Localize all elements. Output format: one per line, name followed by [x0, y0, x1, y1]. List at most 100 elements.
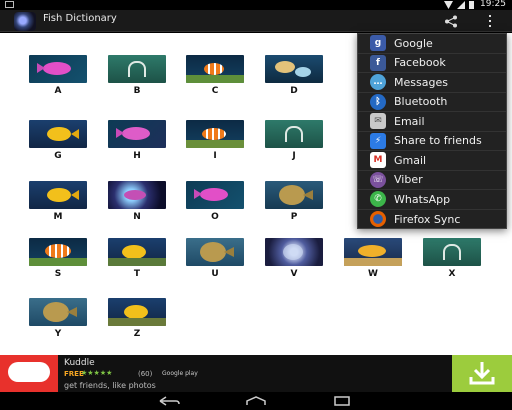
- navigation-bar: [0, 392, 512, 410]
- wifi-icon: [444, 1, 453, 9]
- app-title: Fish Dictionary: [43, 13, 117, 24]
- share-option-share-to-friends[interactable]: ⚡ Share to friends: [358, 132, 506, 151]
- fish-thumbnail: [265, 238, 323, 266]
- tile-letter: B: [133, 86, 141, 96]
- tile-letter: T: [133, 269, 141, 279]
- ad-banner[interactable]: Kuddle FREE ★★★★★ (60) Google play get f…: [0, 355, 512, 392]
- ad-subtitle: get friends, like photos: [64, 381, 156, 390]
- share-option-label: Share to friends: [394, 134, 482, 148]
- fish-tile-x[interactable]: X: [423, 238, 481, 279]
- bluetooth-icon: ᛒ: [370, 93, 386, 110]
- fish-thumbnail: [265, 181, 323, 209]
- google-icon: g: [370, 35, 386, 52]
- share-option-bluetooth[interactable]: ᛒ Bluetooth: [358, 93, 506, 112]
- fish-tile-z[interactable]: Z: [108, 298, 166, 339]
- tile-letter: G: [54, 151, 62, 161]
- fish-tile-o[interactable]: O: [186, 181, 244, 222]
- share-option-google[interactable]: g Google: [358, 34, 506, 54]
- fish-thumbnail: [265, 55, 323, 83]
- share-option-label: Facebook: [394, 56, 446, 70]
- fish-tile-p[interactable]: P: [265, 181, 323, 222]
- fish-tile-y[interactable]: Y: [29, 298, 87, 339]
- fish-thumbnail: [186, 238, 244, 266]
- app-logo-icon[interactable]: [14, 12, 36, 31]
- share-option-gmail[interactable]: M Gmail: [358, 151, 506, 171]
- share-option-messages[interactable]: … Messages: [358, 73, 506, 93]
- tile-letter: I: [213, 151, 217, 161]
- fish-tile-d[interactable]: D: [265, 55, 323, 96]
- status-time: 19:25: [480, 0, 506, 9]
- share-option-label: Viber: [394, 173, 423, 187]
- fish-tile-j[interactable]: J: [265, 120, 323, 161]
- download-icon: [469, 362, 495, 385]
- fish-thumbnail: [265, 120, 323, 148]
- share-option-label: Google: [394, 36, 433, 50]
- tile-letter: Z: [133, 329, 141, 339]
- share-option-label: Bluetooth: [394, 95, 448, 109]
- fish-thumbnail: [29, 120, 87, 148]
- ad-rating-count: (60): [138, 370, 153, 378]
- tile-letter: J: [292, 151, 296, 161]
- fish-tile-v[interactable]: V: [265, 238, 323, 279]
- fish-tile-w[interactable]: W: [344, 238, 402, 279]
- battery-icon: [469, 1, 474, 9]
- kuddle-logo-icon: [8, 362, 50, 382]
- share-icon[interactable]: [444, 15, 458, 28]
- tile-letter: U: [211, 269, 219, 279]
- fish-tile-h[interactable]: H: [108, 120, 166, 161]
- fish-thumbnail: [108, 238, 166, 266]
- fish-tile-u[interactable]: U: [186, 238, 244, 279]
- fish-tile-s[interactable]: S: [29, 238, 87, 279]
- fish-thumbnail: [29, 238, 87, 266]
- ad-title: Kuddle: [64, 358, 95, 368]
- fish-tile-i[interactable]: I: [186, 120, 244, 161]
- action-bar: Fish Dictionary: [0, 10, 512, 32]
- share-option-whatsapp[interactable]: ✆ WhatsApp: [358, 190, 506, 210]
- tile-letter: Y: [54, 329, 62, 339]
- ad-rating-stars: ★★★★★: [81, 369, 113, 377]
- share-option-email[interactable]: ✉ Email: [358, 112, 506, 132]
- ad-app-logo: [0, 355, 58, 392]
- tile-letter: X: [448, 269, 456, 279]
- fish-thumbnail: [108, 298, 166, 326]
- fish-thumbnail: [186, 120, 244, 148]
- share-option-viber[interactable]: ☏ Viber: [358, 171, 506, 190]
- share-option-label: WhatsApp: [394, 192, 451, 206]
- firefox-icon: [370, 211, 386, 228]
- share-option-label: Messages: [394, 75, 448, 89]
- fish-tile-g[interactable]: G: [29, 120, 87, 161]
- fish-tile-t[interactable]: T: [108, 238, 166, 279]
- tile-letter: M: [53, 212, 63, 222]
- tile-letter: H: [133, 151, 141, 161]
- email-icon: ✉: [370, 113, 386, 130]
- fish-tile-a[interactable]: A: [29, 55, 87, 96]
- overflow-menu-icon[interactable]: [486, 14, 494, 28]
- facebook-icon: f: [370, 54, 386, 71]
- fish-tile-n[interactable]: N: [108, 181, 166, 222]
- fish-thumbnail: [108, 120, 166, 148]
- fish-tile-c[interactable]: C: [186, 55, 244, 96]
- ad-download-button[interactable]: [452, 355, 512, 392]
- tile-letter: N: [133, 212, 141, 222]
- share-option-label: Gmail: [394, 153, 427, 167]
- fish-tile-b[interactable]: B: [108, 55, 166, 96]
- tile-letter: P: [290, 212, 298, 222]
- tile-letter: A: [54, 86, 62, 96]
- tile-letter: S: [54, 269, 62, 279]
- fish-thumbnail: [423, 238, 481, 266]
- status-bar: 19:25: [0, 0, 512, 10]
- gallery-notification-icon: [5, 1, 14, 8]
- fish-thumbnail: [186, 55, 244, 83]
- recents-icon[interactable]: [331, 396, 353, 406]
- fish-thumbnail: [108, 181, 166, 209]
- fish-thumbnail: [108, 55, 166, 83]
- back-icon[interactable]: [158, 396, 180, 406]
- share-menu: g Google f Facebook … Messages ᛒ Bluetoo…: [357, 33, 507, 229]
- signal-icon: [457, 1, 465, 9]
- share-option-facebook[interactable]: f Facebook: [358, 54, 506, 73]
- fish-thumbnail: [29, 181, 87, 209]
- tile-letter: W: [368, 269, 378, 279]
- home-icon[interactable]: [245, 396, 267, 406]
- fish-tile-m[interactable]: M: [29, 181, 87, 222]
- share-option-firefox-sync[interactable]: Firefox Sync: [358, 210, 506, 230]
